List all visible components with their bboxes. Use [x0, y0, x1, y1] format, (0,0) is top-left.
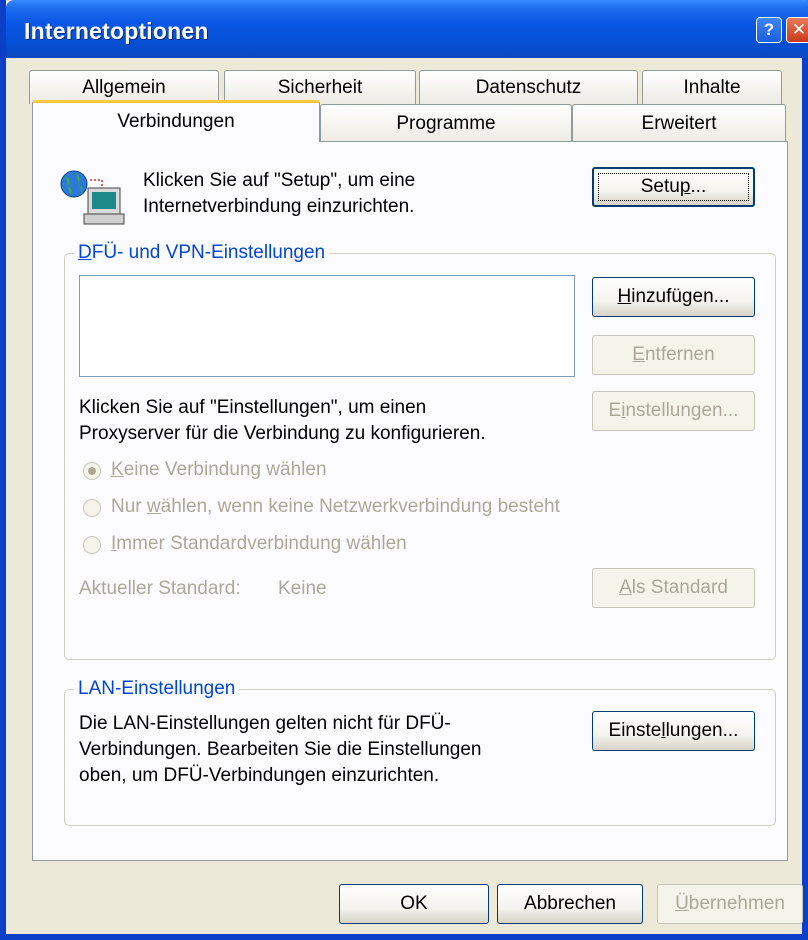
radio-accel: w	[146, 496, 161, 517]
tab-erweitert[interactable]: Erweitert	[572, 104, 786, 142]
lan-settings-button[interactable]: Einstellungen...	[592, 711, 755, 751]
setup-text-line: Internetverbindung einzurichten.	[143, 196, 415, 217]
legend-text: FÜ- und VPN-Einstellungen	[91, 242, 326, 263]
btn-text: Einste	[608, 720, 662, 741]
btn-text: Abbrechen	[524, 893, 616, 914]
btn-accel: A	[619, 577, 632, 598]
close-button[interactable]: ✕	[786, 17, 808, 43]
setup-text-line: Klicken Sie auf "Setup", um eine	[143, 170, 416, 191]
setup-description: Klicken Sie auf "Setup", um eine Interne…	[143, 168, 415, 220]
btn-text: ntfernen	[644, 344, 715, 365]
window-title: Internetoptionen	[24, 18, 209, 44]
btn-text: inzufügen...	[631, 286, 730, 307]
current-default-value: Keine	[278, 578, 327, 599]
internet-options-dialog: Internetoptionen ? ✕ Allgemein Sicherhei…	[0, 0, 808, 940]
btn-text: ls Standard	[631, 577, 728, 598]
title-bar[interactable]: Internetoptionen ? ✕	[6, 0, 808, 58]
tab-datenschutz[interactable]: Datenschutz	[419, 70, 638, 104]
radio-text: eine Verbindung wählen	[123, 459, 327, 480]
radio-dial-when-no-network[interactable]	[83, 499, 101, 517]
setup-button[interactable]: Setup...	[592, 167, 755, 207]
globe-computer-icon	[60, 170, 125, 225]
tab-label: Inhalte	[683, 77, 741, 98]
tab-label: Sicherheit	[277, 77, 363, 98]
lan-text-line: oben, um DFÜ-Verbindungen einzurichten.	[79, 765, 440, 786]
radio-no-dial[interactable]	[83, 462, 101, 480]
tab-label: Verbindungen	[117, 111, 235, 132]
radio-text: mmer Standardverbindung wählen	[116, 533, 407, 554]
lan-text-line: Die LAN-Einstellungen gelten nicht für D…	[79, 713, 451, 734]
tab-verbindungen[interactable]: Verbindungen	[32, 100, 320, 142]
cancel-button[interactable]: Abbrechen	[497, 884, 643, 924]
connections-listbox[interactable]	[79, 275, 575, 377]
btn-text: lungen...	[665, 720, 739, 741]
remove-button[interactable]: Entfernen	[592, 335, 755, 375]
proxy-text-line: Klicken Sie auf "Einstellungen", um eine…	[79, 397, 427, 418]
tab-inhalte[interactable]: Inhalte	[642, 70, 782, 104]
btn-text: nstellungen...	[625, 400, 739, 421]
lan-description: Die LAN-Einstellungen gelten nicht für D…	[79, 711, 481, 789]
btn-accel: Ü	[675, 893, 689, 914]
dialup-settings-button[interactable]: Einstellungen...	[592, 391, 755, 431]
btn-accel: H	[617, 286, 632, 307]
btn-text: OK	[400, 893, 428, 914]
btn-text: Setu	[640, 176, 680, 197]
legend-accel: D	[78, 242, 92, 263]
add-button[interactable]: Hinzufügen...	[592, 277, 755, 317]
tab-label: Datenschutz	[475, 77, 582, 98]
radio-no-dial-label: Keine Verbindung wählen	[111, 457, 327, 483]
current-default-label: Aktueller Standard:	[79, 578, 241, 599]
tab-sicherheit[interactable]: Sicherheit	[224, 70, 416, 104]
help-button[interactable]: ?	[756, 17, 782, 43]
close-icon: ✕	[791, 20, 807, 39]
apply-button[interactable]: Übernehmen	[657, 884, 803, 924]
radio-text: ählen, wenn keine Netzwerkverbindung bes…	[160, 496, 560, 517]
radio-always-dial-label: Immer Standardverbindung wählen	[111, 531, 407, 557]
radio-dial-when-no-network-label: Nur wählen, wenn keine Netzwerkverbindun…	[111, 494, 560, 520]
dialup-vpn-legend: DFÜ- und VPN-Einstellungen	[74, 242, 330, 264]
set-default-button[interactable]: Als Standard	[592, 568, 755, 608]
lan-legend: LAN-Einstellungen	[74, 678, 240, 700]
tab-allgemein[interactable]: Allgemein	[29, 70, 219, 104]
btn-accel: E	[632, 344, 645, 365]
tab-label: Erweitert	[641, 113, 717, 134]
tab-programme[interactable]: Programme	[320, 104, 572, 142]
tab-label: Allgemein	[82, 77, 166, 98]
radio-text: Nur	[111, 496, 147, 517]
btn-text: ...	[690, 176, 707, 197]
btn-text: bernehmen	[688, 893, 785, 914]
tab-label: Programme	[396, 113, 496, 134]
btn-accel: p	[679, 176, 691, 197]
radio-accel: K	[111, 459, 124, 480]
help-icon: ?	[763, 20, 775, 39]
ok-button[interactable]: OK	[339, 884, 489, 924]
radio-always-dial[interactable]	[83, 536, 101, 554]
lan-text-line: Verbindungen. Bearbeiten Sie die Einstel…	[79, 739, 482, 760]
btn-text: E	[608, 400, 622, 421]
proxy-text-line: Proxyserver für die Verbindung zu konfig…	[79, 423, 486, 444]
proxy-description: Klicken Sie auf "Einstellungen", um eine…	[79, 395, 486, 447]
